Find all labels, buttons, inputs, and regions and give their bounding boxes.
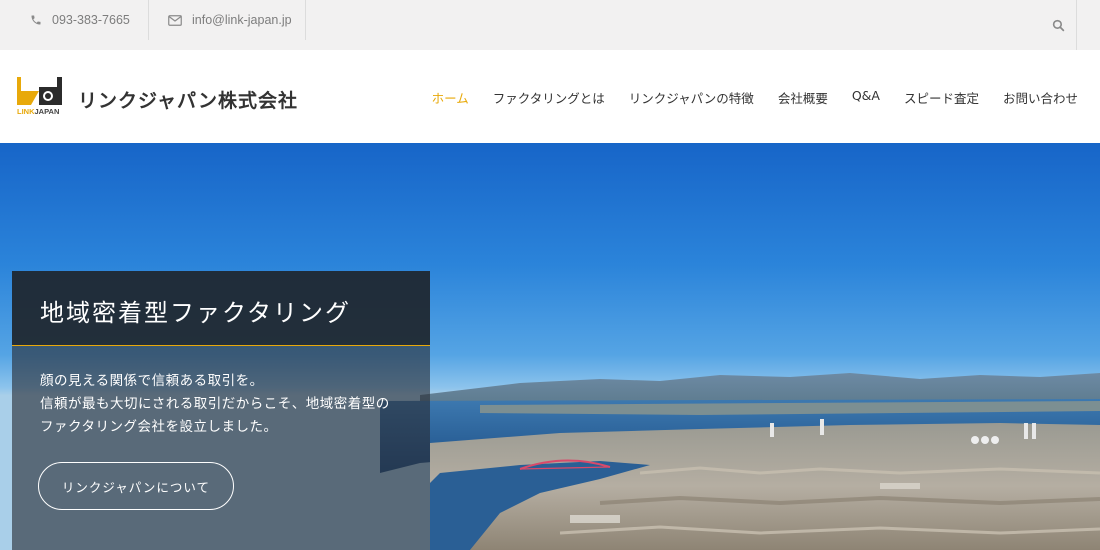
- nav-item-features[interactable]: リンクジャパンの特徴: [629, 88, 754, 107]
- email-address: info@link-japan.jp: [192, 13, 292, 27]
- hero-description-line: 信頼が最も大切にされる取引だからこそ、地域密着型の: [40, 396, 390, 412]
- site-header: LINKJAPAN リンクジャパン株式会社 ホーム ファクタリングとは リンクジ…: [0, 50, 1100, 143]
- topbar-divider: [305, 0, 306, 40]
- hero-description: 顔の見える関係で信頼ある取引を。 信頼が最も大切にされる取引だからこそ、地域密着…: [40, 370, 390, 439]
- nav-item-speed-assessment[interactable]: スピード査定: [904, 88, 979, 107]
- nav-item-company[interactable]: 会社概要: [778, 88, 828, 107]
- phone-number: 093-383-7665: [52, 13, 130, 27]
- hero-title: 地域密着型ファクタリング: [40, 299, 352, 327]
- nav-item-qa[interactable]: Q&A: [852, 88, 880, 107]
- hero-description-line: ファクタリング会社を設立しました。: [40, 419, 278, 435]
- topbar-divider: [148, 0, 149, 40]
- company-name[interactable]: リンクジャパン株式会社: [78, 86, 298, 113]
- top-info-bar: 093-383-7665 info@link-japan.jp: [0, 0, 1100, 50]
- hero-title-box: 地域密着型ファクタリング: [12, 271, 430, 345]
- nav-item-home[interactable]: ホーム: [432, 88, 469, 107]
- phone-contact[interactable]: 093-383-7665: [30, 0, 130, 40]
- main-nav: ホーム ファクタリングとは リンクジャパンの特徴 会社概要 Q&A スピード査定…: [408, 88, 1078, 107]
- nav-item-contact[interactable]: お問い合わせ: [1003, 88, 1078, 107]
- nav-item-factoring[interactable]: ファクタリングとは: [493, 88, 605, 107]
- phone-icon: [31, 15, 41, 25]
- hero-description-line: 顔の見える関係で信頼ある取引を。: [40, 373, 264, 389]
- email-contact[interactable]: info@link-japan.jp: [168, 0, 292, 40]
- search-button[interactable]: [1040, 0, 1076, 50]
- hero-text-box: 顔の見える関係で信頼ある取引を。 信頼が最も大切にされる取引だからこそ、地域密着…: [12, 346, 430, 550]
- search-icon: [1052, 19, 1064, 31]
- logo-wordmark: LINKJAPAN: [17, 107, 60, 116]
- about-link-japan-button[interactable]: リンクジャパンについて: [38, 462, 234, 510]
- topbar-divider: [1076, 0, 1077, 50]
- mail-icon: [168, 14, 182, 26]
